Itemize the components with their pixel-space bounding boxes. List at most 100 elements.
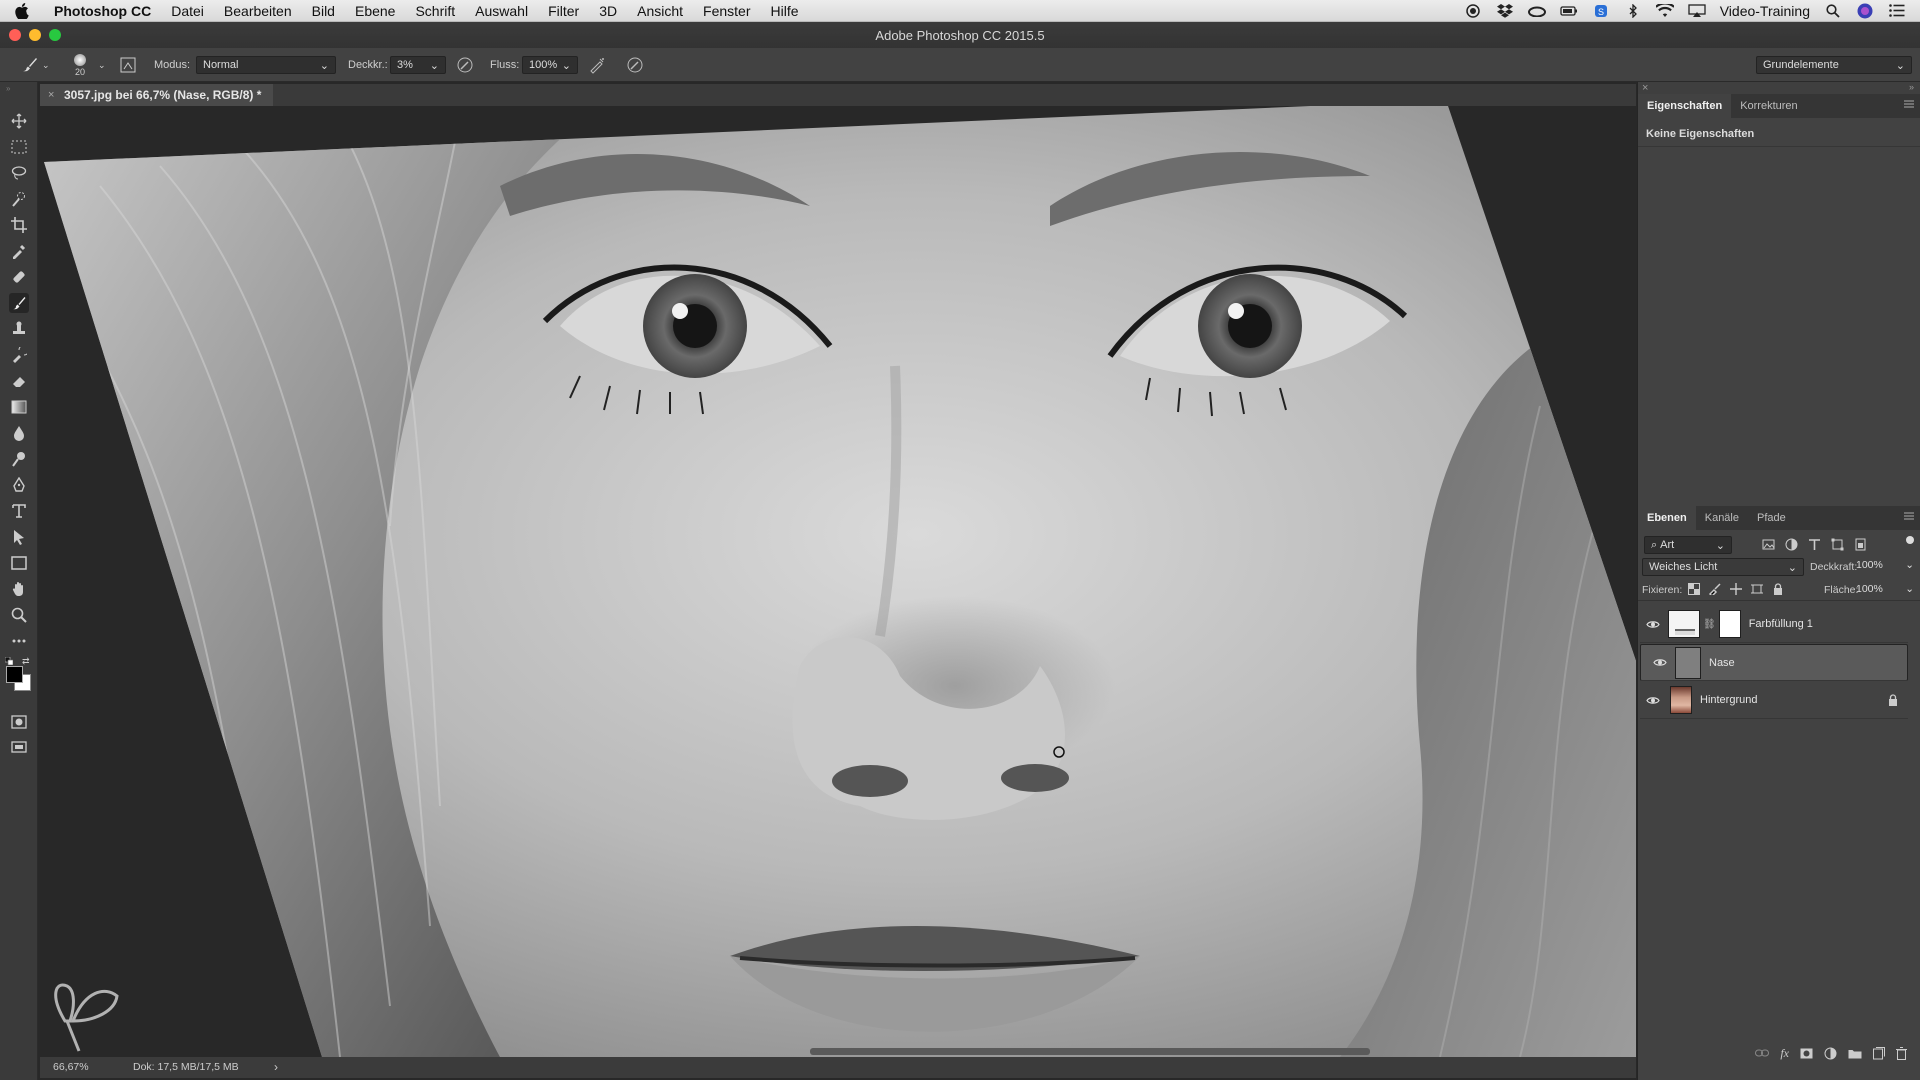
layer-row-nase[interactable]: Nase [1640, 644, 1908, 681]
filter-pixel-layers-icon[interactable] [1762, 538, 1775, 551]
layer-row-hintergrund[interactable]: Hintergrund [1640, 682, 1908, 719]
workspace-select[interactable]: Grundelemente ⌄ [1756, 56, 1912, 74]
menubar-user-name[interactable]: Video-Training [1720, 3, 1810, 19]
foreground-color-swatch[interactable] [6, 666, 23, 683]
panel-menu-icon[interactable] [1904, 100, 1914, 108]
dodge-tool-icon[interactable] [9, 449, 29, 469]
lock-all-icon[interactable] [1772, 583, 1784, 595]
layer-opacity-input[interactable]: 100% ⌄ [1856, 559, 1914, 571]
delete-layer-trash-icon[interactable] [1896, 1046, 1907, 1060]
dropbox-icon[interactable] [1496, 3, 1514, 19]
layer-style-fx-icon[interactable]: fx [1780, 1046, 1789, 1061]
menu-3d[interactable]: 3D [589, 3, 627, 19]
skype-icon[interactable]: S [1592, 3, 1610, 19]
add-layer-mask-icon[interactable] [1800, 1048, 1813, 1059]
layer-mask-thumbnail[interactable] [1718, 610, 1741, 638]
blur-tool-icon[interactable] [9, 423, 29, 443]
menu-app-name[interactable]: Photoshop CC [44, 3, 161, 19]
record-icon[interactable] [1464, 3, 1482, 19]
notification-center-icon[interactable] [1888, 3, 1906, 19]
window-zoom-button[interactable] [49, 29, 61, 41]
close-tab-icon[interactable]: × [48, 89, 54, 101]
panel-menu-icon[interactable] [1904, 512, 1914, 520]
filter-shape-layers-icon[interactable] [1831, 538, 1844, 551]
quick-mask-icon[interactable] [9, 712, 29, 732]
new-group-folder-icon[interactable] [1848, 1048, 1862, 1059]
tab-eigenschaften[interactable]: Eigenschaften [1638, 94, 1732, 118]
filter-toggle-icon[interactable] [1906, 536, 1914, 544]
zoom-level[interactable]: 66,67% [53, 1061, 89, 1073]
visibility-eye-icon[interactable] [1647, 658, 1673, 667]
tab-korrekturen[interactable]: Korrekturen [1731, 94, 1806, 118]
menu-bearbeiten[interactable]: Bearbeiten [214, 3, 302, 19]
tab-ebenen[interactable]: Ebenen [1638, 506, 1696, 530]
hand-tool-icon[interactable] [9, 579, 29, 599]
battery-icon[interactable] [1560, 3, 1578, 19]
visibility-eye-icon[interactable] [1640, 696, 1666, 705]
layer-fill-input[interactable]: 100% ⌄ [1856, 583, 1914, 595]
blend-mode-select[interactable]: Weiches Licht ⌄ [1642, 558, 1804, 576]
collapse-panel-icon[interactable]: » [1909, 82, 1914, 92]
visibility-eye-icon[interactable] [1640, 620, 1666, 629]
menu-ebene[interactable]: Ebene [345, 3, 405, 19]
marquee-tool-icon[interactable] [9, 137, 29, 157]
eyedropper-tool-icon[interactable] [9, 241, 29, 261]
airbrush-toggle[interactable] [588, 48, 606, 82]
brush-panel-toggle[interactable] [120, 48, 136, 82]
menu-hilfe[interactable]: Hilfe [761, 3, 809, 19]
pen-tool-icon[interactable] [9, 475, 29, 495]
clone-stamp-tool-icon[interactable] [9, 319, 29, 339]
eraser-tool-icon[interactable] [9, 371, 29, 391]
new-adjustment-layer-icon[interactable] [1824, 1047, 1837, 1060]
close-panel-icon[interactable]: × [1642, 82, 1648, 94]
lock-artboard-icon[interactable] [1751, 583, 1763, 595]
tab-pfade[interactable]: Pfade [1748, 506, 1795, 530]
creative-cloud-icon[interactable] [1527, 3, 1546, 19]
lasso-tool-icon[interactable] [9, 163, 29, 183]
more-tools-icon[interactable] [9, 631, 29, 651]
menu-datei[interactable]: Datei [161, 3, 214, 19]
crop-tool-icon[interactable] [9, 215, 29, 235]
brush-tool-icon[interactable] [9, 293, 29, 313]
default-colors-icon[interactable] [5, 657, 13, 665]
path-selection-tool-icon[interactable] [9, 527, 29, 547]
layer-filter-select[interactable]: ⌕ Art ⌄ [1644, 536, 1732, 554]
tab-kanaele[interactable]: Kanäle [1696, 506, 1748, 530]
pressure-size-toggle[interactable] [626, 48, 644, 82]
opacity-input[interactable]: 3% ⌄ [390, 56, 446, 74]
link-layers-icon[interactable] [1755, 1048, 1770, 1058]
siri-icon[interactable] [1856, 3, 1874, 19]
document-size-info[interactable]: Dok: 17,5 MB/17,5 MB [133, 1061, 239, 1073]
quick-selection-tool-icon[interactable] [9, 189, 29, 209]
menu-schrift[interactable]: Schrift [405, 3, 465, 19]
swap-colors-icon[interactable]: ⇄ [22, 656, 30, 667]
filter-adjustment-layers-icon[interactable] [1785, 538, 1798, 551]
document-tab[interactable]: × 3057.jpg bei 66,7% (Nase, RGB/8) * [40, 84, 274, 106]
bluetooth-icon[interactable] [1624, 3, 1642, 19]
spotlight-search-icon[interactable] [1824, 3, 1842, 19]
airplay-icon[interactable] [1688, 3, 1706, 19]
toolbox-collapse-icon[interactable]: » [6, 84, 10, 93]
history-brush-tool-icon[interactable] [9, 345, 29, 365]
menu-auswahl[interactable]: Auswahl [465, 3, 538, 19]
filter-smart-objects-icon[interactable] [1854, 538, 1867, 551]
lock-transparent-pixels-icon[interactable] [1688, 583, 1700, 595]
document-canvas[interactable] [40, 106, 1636, 1057]
wifi-icon[interactable] [1655, 3, 1674, 19]
tool-preset-picker[interactable]: ⌄ [20, 48, 50, 82]
apple-icon[interactable] [0, 2, 44, 19]
flow-input[interactable]: 100% ⌄ [522, 56, 578, 74]
menu-bild[interactable]: Bild [302, 3, 345, 19]
chevron-down-icon[interactable]: ⌄ [98, 48, 106, 82]
type-tool-icon[interactable] [9, 501, 29, 521]
link-icon[interactable]: ⛓ [1703, 619, 1716, 630]
layer-row-farbfuellung[interactable]: ⛓ Farbfüllung 1 [1640, 606, 1908, 643]
screen-mode-icon[interactable] [9, 738, 29, 758]
new-layer-icon[interactable] [1873, 1046, 1885, 1060]
menu-filter[interactable]: Filter [538, 3, 589, 19]
window-minimize-button[interactable] [29, 29, 41, 41]
rectangle-tool-icon[interactable] [9, 553, 29, 573]
filter-type-layers-icon[interactable] [1808, 538, 1821, 551]
lock-position-icon[interactable] [1730, 583, 1742, 595]
menu-ansicht[interactable]: Ansicht [627, 3, 693, 19]
